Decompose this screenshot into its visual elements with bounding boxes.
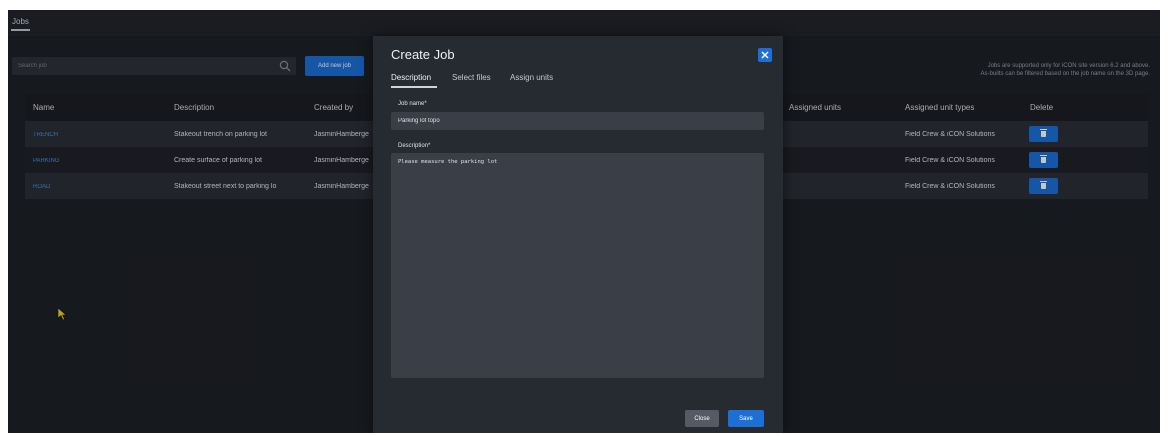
close-button[interactable]: Close <box>685 410 719 427</box>
app-window: Jobs Add new job Jobs are supported only… <box>8 10 1160 433</box>
job-name-field[interactable] <box>391 112 764 130</box>
save-button[interactable]: Save <box>728 410 764 427</box>
tab-description[interactable]: Description <box>391 73 431 82</box>
close-dialog-button[interactable] <box>758 48 772 62</box>
tab-active-indicator <box>391 86 437 88</box>
tab-assign-units[interactable]: Assign units <box>510 73 553 82</box>
create-job-dialog: Create Job Description Select files Assi… <box>373 36 783 433</box>
description-label: Description* <box>398 143 431 149</box>
job-name-label: Job name* <box>398 101 427 107</box>
description-field[interactable]: Please measure the parking lot <box>391 153 764 378</box>
dialog-title: Create Job <box>391 47 455 62</box>
close-icon <box>761 51 769 59</box>
tab-select-files[interactable]: Select files <box>452 73 491 82</box>
